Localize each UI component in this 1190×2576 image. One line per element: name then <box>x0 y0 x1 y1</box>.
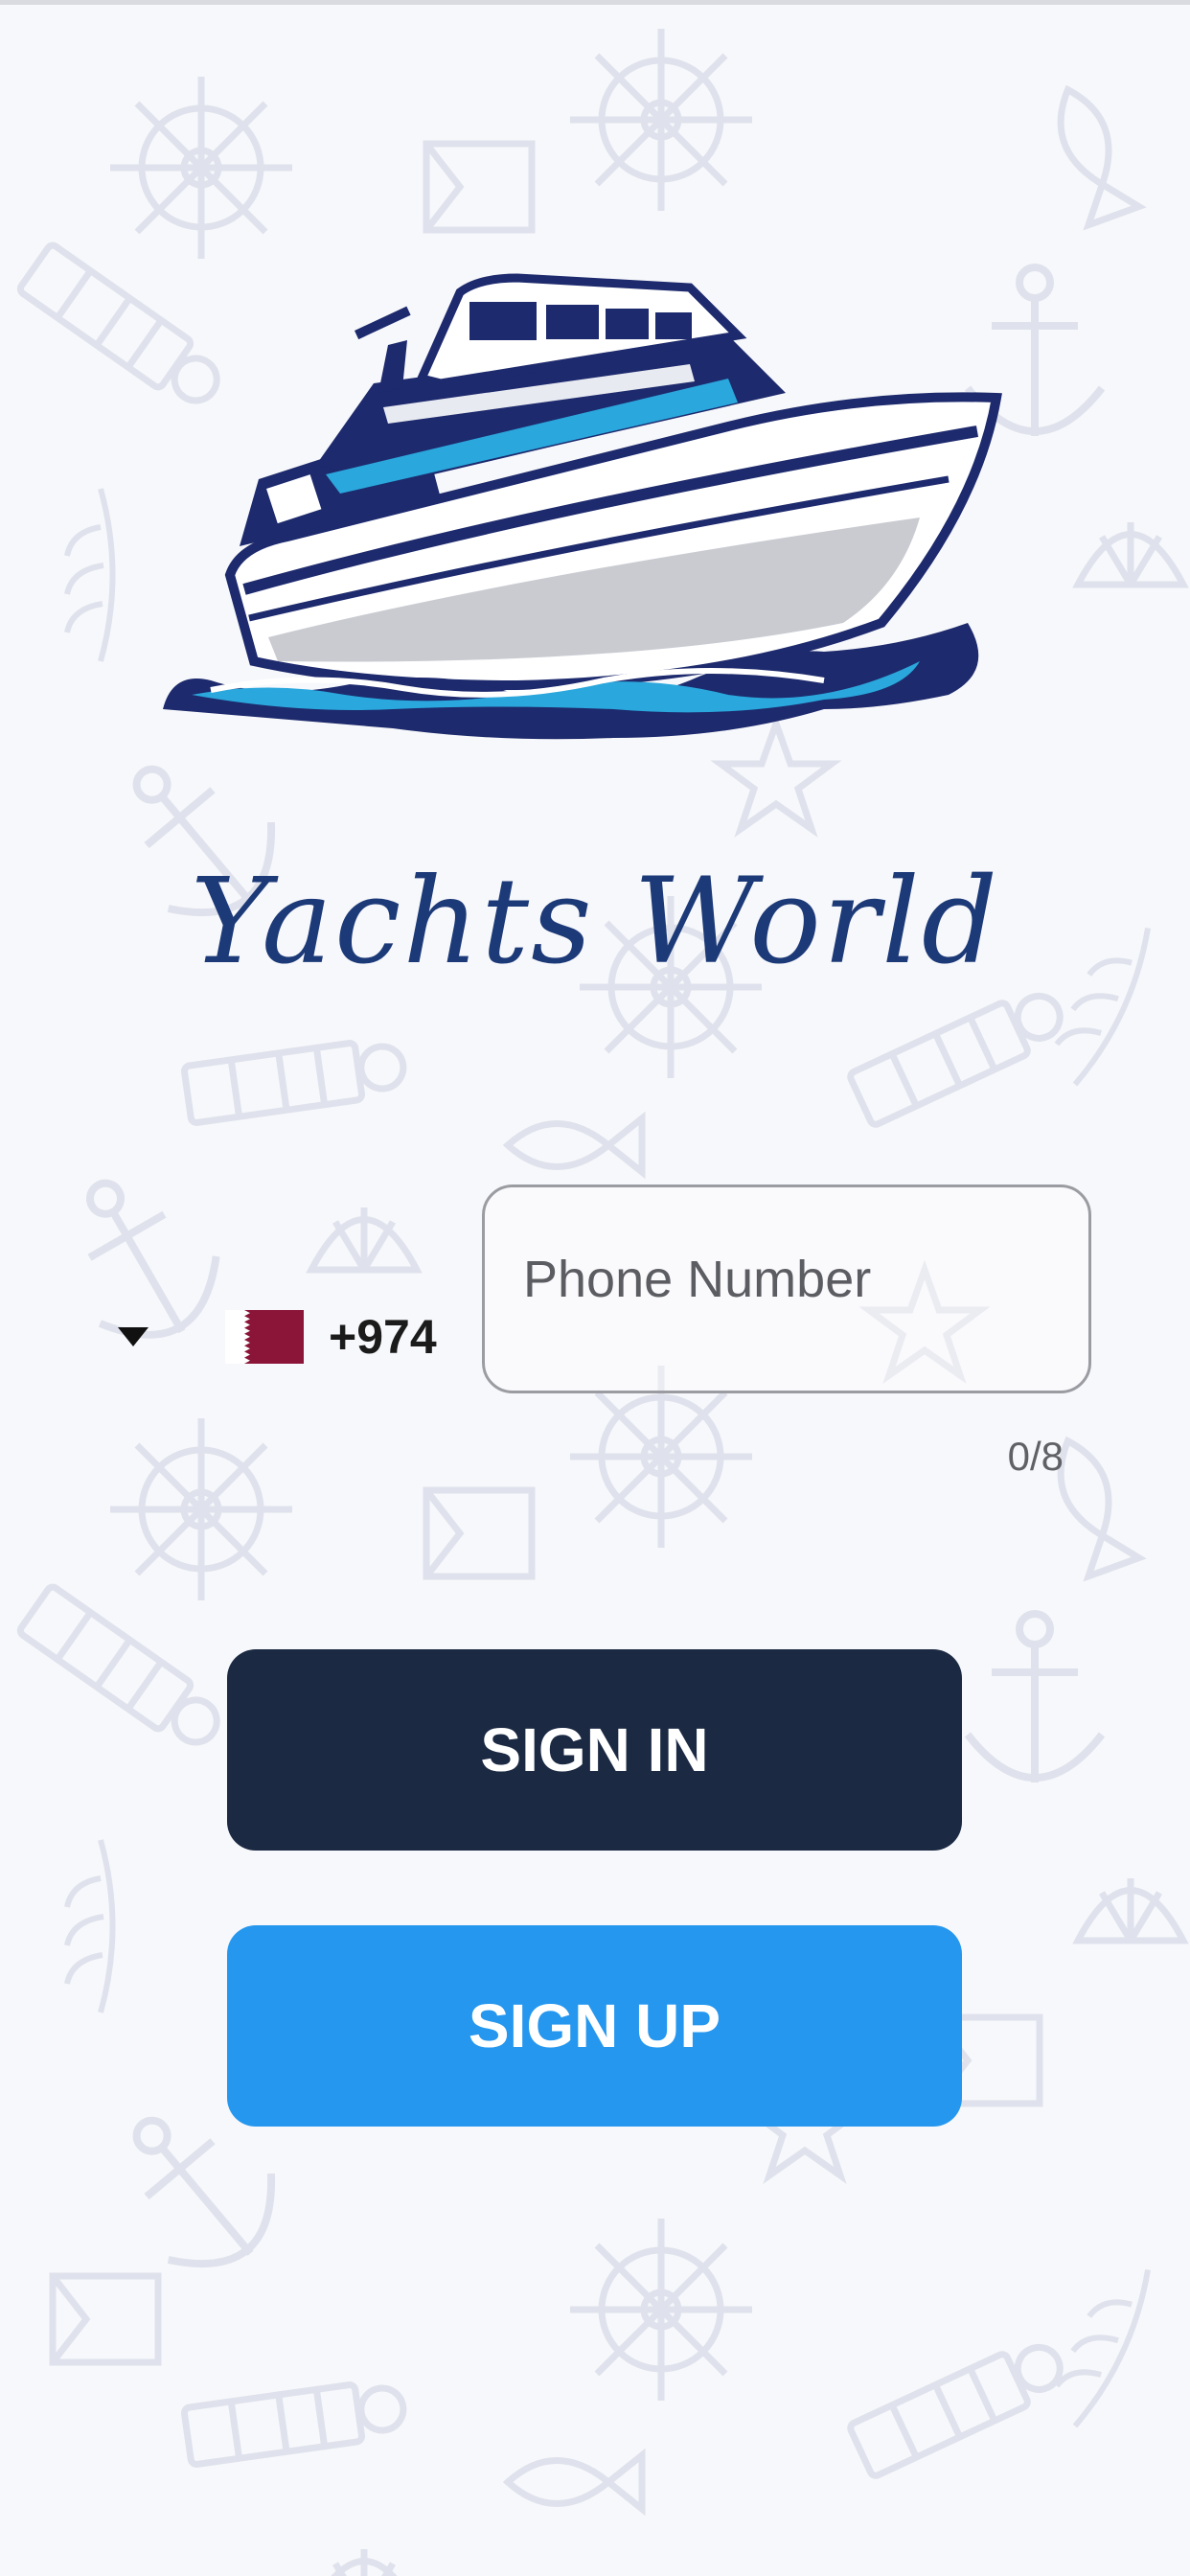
phone-number-input[interactable] <box>523 1241 1060 1318</box>
country-code-picker[interactable]: +974 <box>110 1303 455 1370</box>
login-screen: Yachts World +974 0/8 SIGN IN SIGN UP <box>0 0 1190 2576</box>
phone-char-counter: 0/8 <box>1007 1434 1064 1479</box>
yacht-logo <box>163 273 1002 740</box>
phone-number-field[interactable] <box>482 1184 1091 1393</box>
sign-up-button[interactable]: SIGN UP <box>227 1925 962 2127</box>
qatar-flag-icon <box>225 1310 304 1364</box>
sign-in-button[interactable]: SIGN IN <box>227 1649 962 1851</box>
dial-code: +974 <box>329 1310 437 1364</box>
app-brand-name: Yachts World <box>190 853 1000 991</box>
dropdown-caret-icon[interactable] <box>118 1327 149 1346</box>
